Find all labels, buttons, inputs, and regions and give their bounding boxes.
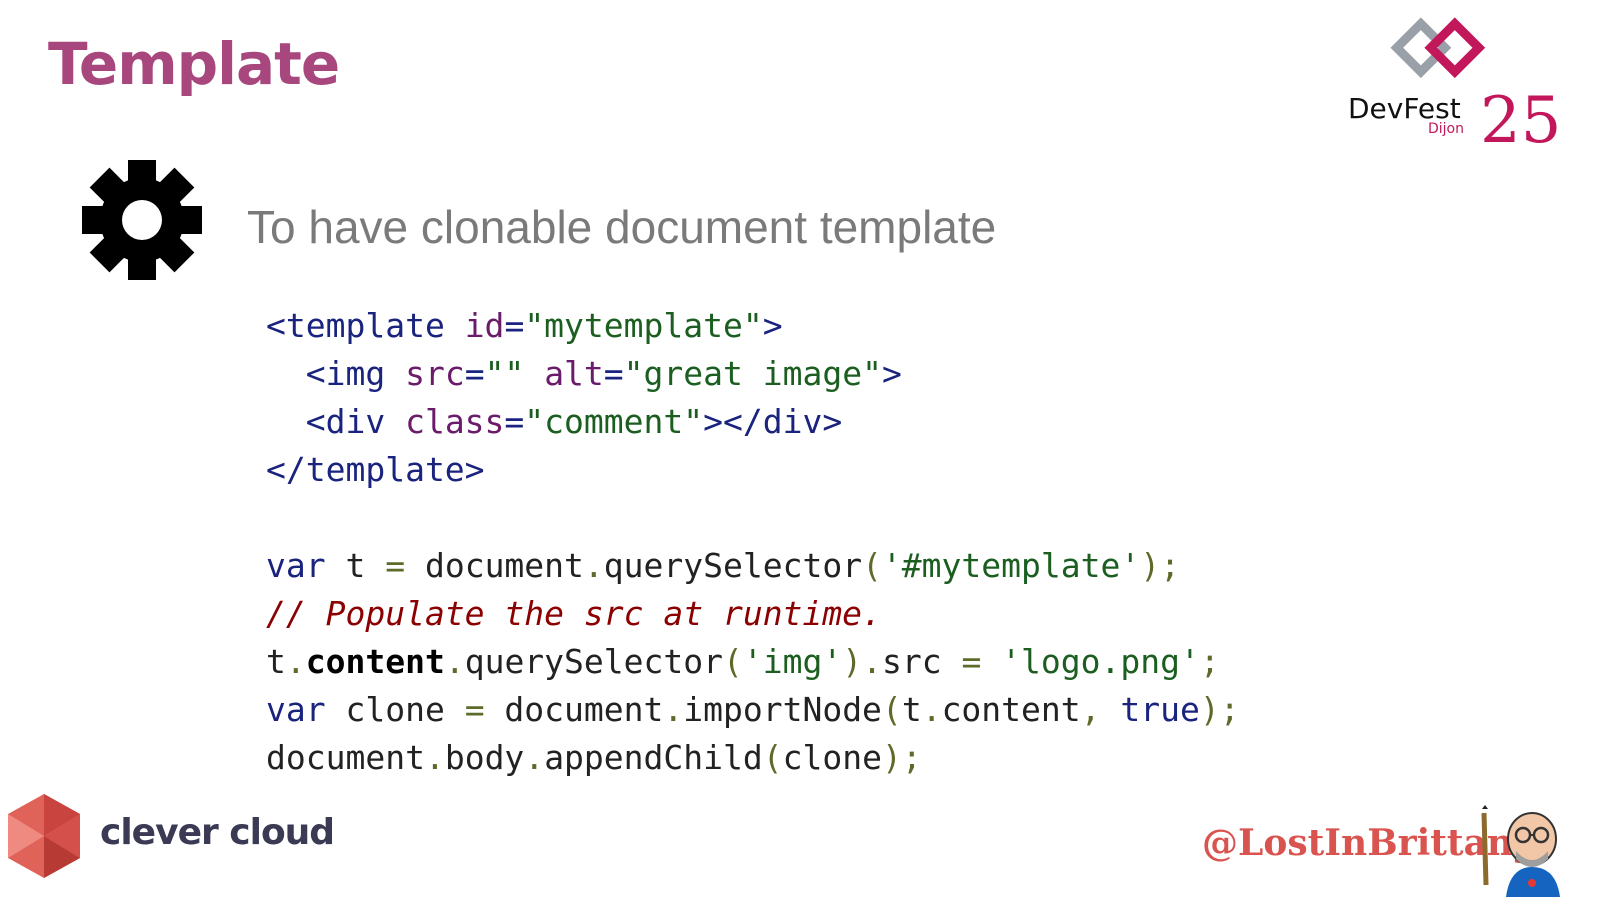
code-token: <img [266,354,406,393]
code-line: <img src="" alt="great image"> [266,350,1240,398]
clever-cloud-hexagon-icon [8,794,80,878]
code-token: <template [266,306,465,345]
code-token: clone [782,738,882,777]
code-token: src [881,642,962,681]
code-token: var [266,546,326,585]
code-token: = [504,402,525,441]
slide-title: Template [48,30,340,98]
code-token: "great image" [623,354,882,393]
code-token: > [881,354,902,393]
devfest-diamond-icon [1390,17,1486,79]
devfest-year: 25 [1480,84,1562,158]
code-token: querySelector [603,546,863,585]
code-token: . [285,642,306,681]
code-token: = [464,690,485,729]
code-token: ; [1199,642,1220,681]
code-token: "" [484,354,525,393]
code-token: = [464,354,485,393]
code-token: . [424,738,445,777]
code-token: true [1120,690,1200,729]
code-token: document [266,738,425,777]
code-token: document [405,546,584,585]
code-token: '#mytemplate' [881,546,1141,585]
code-line: t.content.querySelector('img').src = 'lo… [266,638,1240,686]
code-token: t [325,546,386,585]
code-line: var clone = document.importNode(t.conten… [266,686,1240,734]
code-token: ( [722,642,743,681]
code-token: = [504,306,525,345]
code-line: // Populate the src at runtime. [266,590,1240,638]
code-token: . [921,690,942,729]
code-token: ); [1199,690,1240,729]
code-token: . [444,642,465,681]
code-token: content [305,642,445,681]
code-token: content [941,690,1081,729]
code-token: = [961,642,982,681]
clever-cloud-name: clever cloud [100,812,335,853]
code-token: . [583,546,604,585]
devfest-logo: DevFest Dijon 25 [1340,14,1561,164]
code-block: <template id="mytemplate"> <img src="" a… [266,302,1240,782]
code-token: . [524,738,545,777]
code-token: class [405,402,505,441]
code-token: ); [1140,546,1180,585]
code-token: querySelector [464,642,723,681]
code-token: ). [842,642,882,681]
code-token: ( [762,738,783,777]
code-token: document [484,690,664,729]
code-token: src [405,354,465,393]
code-token: t [266,642,286,681]
code-comment: // Populate the src at runtime. [266,594,882,633]
code-line: <div class="comment"></div> [266,398,1240,446]
code-token: </template> [266,450,485,489]
slide-subtitle: To have clonable document template [247,201,997,253]
code-token: 'img' [742,642,843,681]
code-token: = [385,546,406,585]
code-token: var [266,690,326,729]
code-token: body [444,738,525,777]
code-token: 'logo.png' [1001,642,1200,681]
code-token: alt [544,354,604,393]
code-line: document.body.appendChild(clone); [266,734,1240,782]
code-token: > [762,306,783,345]
devfest-city: Dijon [1428,121,1464,137]
code-token: appendChild [544,738,763,777]
code-token: . [663,690,684,729]
code-token: importNode [683,690,882,729]
code-token: , [1080,690,1121,729]
code-token: t [901,690,922,729]
clever-cloud-logo: clever cloud [4,792,344,882]
code-token: ); [881,738,922,777]
author-avatar [1481,805,1560,897]
code-token: id [464,306,505,345]
code-token: clone [325,690,465,729]
code-line: </template> [266,446,1240,494]
code-token: = [603,354,624,393]
gear-icon [82,160,202,280]
code-token: "comment" [524,402,704,441]
code-token: ></div> [703,402,843,441]
code-token: ( [862,546,882,585]
code-line: var t = document.querySelector('#mytempl… [266,542,1240,590]
code-line: <template id="mytemplate"> [266,302,1240,350]
code-token: <div [266,402,406,441]
code-token: ( [881,690,902,729]
code-token: "mytemplate" [524,306,763,345]
